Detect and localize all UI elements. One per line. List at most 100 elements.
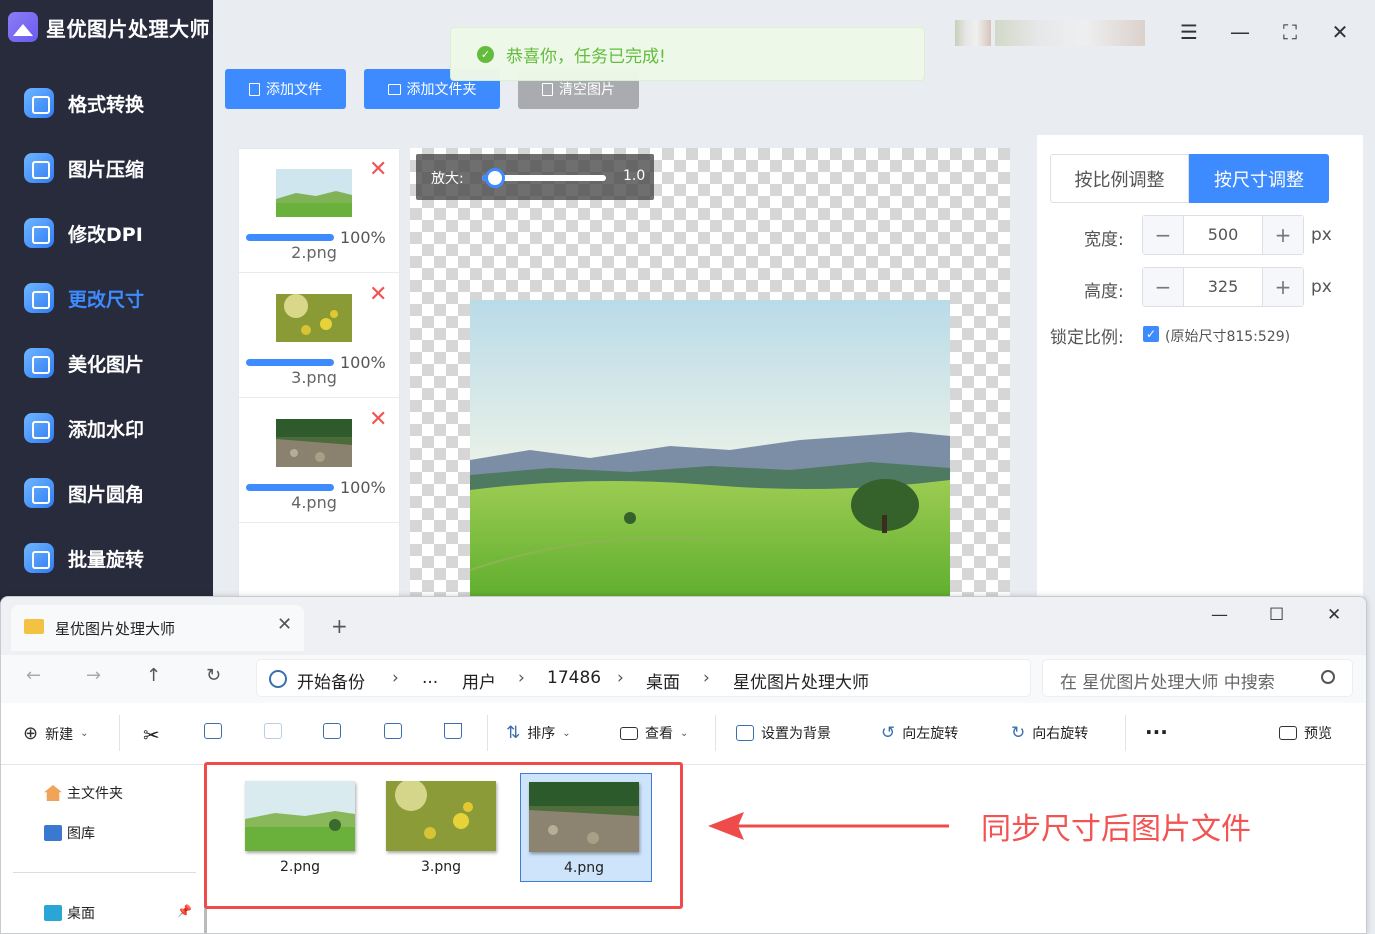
breadcrumb-overflow[interactable]: ... [422, 668, 438, 688]
remove-file-icon[interactable]: ✕ [369, 284, 387, 306]
copy-icon[interactable] [204, 723, 222, 739]
width-increment-button[interactable]: + [1263, 216, 1303, 254]
more-options-icon[interactable]: ... [1145, 715, 1168, 739]
sort-button[interactable]: ⇅ 排序 ⌄ [506, 723, 571, 743]
rotate-right-button[interactable]: ↻ 向右旋转 [1011, 723, 1088, 743]
divider [487, 715, 488, 751]
beautify-icon [24, 348, 54, 378]
rotate-left-button[interactable]: ↺ 向左旋转 [881, 723, 958, 743]
explorer-tab[interactable]: 星优图片处理大师 ✕ [11, 605, 304, 651]
divider [119, 715, 120, 751]
close-icon[interactable]: ✕ [1327, 605, 1341, 625]
app-window: 星优图片处理大师 格式转换 图片压缩 修改DPI 更改尺寸 美化图片 添加水印 … [0, 0, 1375, 934]
up-arrow-icon[interactable]: ↑ [146, 665, 161, 686]
app-title: 星优图片处理大师 [46, 16, 210, 41]
remove-file-icon[interactable]: ✕ [369, 159, 387, 181]
original-size-note: (原始尺寸815:529) [1165, 329, 1291, 345]
dpi-icon [24, 218, 54, 248]
nav-home[interactable]: 主文件夹 [44, 783, 123, 803]
share-icon[interactable] [384, 723, 402, 739]
list-item[interactable]: ✕ 100% 3.png [239, 274, 399, 398]
list-item[interactable]: ✕ 100% 2.png [239, 149, 399, 273]
preview-pane-button[interactable]: 预览 [1279, 723, 1332, 743]
width-decrement-button[interactable]: − [1143, 216, 1183, 254]
trash-icon [542, 82, 553, 96]
search-input[interactable]: 在 星优图片处理大师 中搜索 [1042, 659, 1353, 697]
sidebar-item-compress[interactable]: 图片压缩 [24, 148, 204, 188]
fullscreen-icon[interactable]: ⛶ [1277, 19, 1303, 45]
delete-icon[interactable] [444, 723, 462, 739]
address-bar[interactable]: 开始备份 › ... 用户 › 17486 › 桌面 › 星优图片处理大师 [256, 659, 1031, 697]
remove-file-icon[interactable]: ✕ [369, 409, 387, 431]
width-unit: px [1311, 225, 1332, 245]
width-stepper[interactable]: − 500 + [1142, 215, 1304, 255]
forward-arrow-icon[interactable]: → [86, 665, 101, 686]
nav-desktop[interactable]: 桌面 [44, 903, 95, 923]
refresh-icon[interactable]: ↻ [206, 665, 221, 686]
close-icon[interactable]: ✕ [1327, 19, 1353, 45]
zoom-slider-handle[interactable] [485, 168, 505, 188]
progress-bar [246, 359, 334, 366]
minimize-icon[interactable]: — [1211, 605, 1228, 625]
logo-icon [8, 12, 38, 42]
settings-sliders-icon[interactable]: ☰ [1176, 19, 1202, 45]
chevron-right-icon: › [518, 668, 525, 688]
plus-circle-icon: ⊕ [23, 723, 39, 744]
sidebar-item-label: 格式转换 [68, 93, 145, 116]
divider [715, 715, 716, 751]
close-tab-icon[interactable]: ✕ [277, 614, 292, 635]
sidebar-item-watermark[interactable]: 添加水印 [24, 408, 204, 448]
lock-ratio-checkbox[interactable]: ✓ [1143, 326, 1159, 342]
minimize-icon[interactable]: — [1227, 19, 1253, 45]
sidebar-item-label: 美化图片 [68, 353, 145, 376]
rename-glyph [323, 723, 341, 739]
navigation-pane: 主文件夹 图库 桌面 📌 [1, 765, 201, 933]
cut-icon[interactable]: ✂ [143, 723, 160, 747]
maximize-icon[interactable]: ☐ [1269, 605, 1284, 625]
nav-gallery[interactable]: 图库 [44, 823, 95, 843]
height-decrement-button[interactable]: − [1143, 268, 1183, 306]
height-increment-button[interactable]: + [1263, 268, 1303, 306]
width-input[interactable]: 500 [1183, 216, 1263, 254]
sidebar-item-resize[interactable]: 更改尺寸 [24, 278, 204, 318]
avatar[interactable] [955, 20, 991, 46]
set-background-button[interactable]: 设置为背景 [736, 723, 831, 743]
rotate-right-label: 向右旋转 [1032, 726, 1089, 742]
view-button[interactable]: 查看 ⌄ [620, 723, 688, 743]
sidebar-item-label: 图片圆角 [68, 483, 145, 506]
share-glyph [384, 723, 402, 739]
user-name [995, 20, 1145, 46]
add-file-button[interactable]: 添加文件 [225, 69, 346, 109]
breadcrumb-item[interactable]: 桌面 [646, 668, 680, 693]
sidebar-item-rotate[interactable]: 批量旋转 [24, 538, 204, 578]
list-item[interactable]: ✕ 100% 4.png [239, 399, 399, 523]
thumbnail-2 [276, 169, 352, 217]
chevron-down-icon: ⌄ [562, 727, 571, 739]
paste-icon[interactable] [264, 723, 282, 739]
breadcrumb-item[interactable]: 开始备份 [297, 668, 365, 693]
rotate-left-icon: ↺ [881, 723, 896, 743]
tab-size-adjust[interactable]: 按尺寸调整 [1189, 154, 1329, 203]
watermark-icon [24, 413, 54, 443]
highlight-box [204, 762, 683, 909]
new-tab-icon[interactable]: + [331, 614, 348, 638]
sidebar-item-format[interactable]: 格式转换 [24, 83, 204, 123]
sidebar-item-round-corner[interactable]: 图片圆角 [24, 473, 204, 513]
nav-gallery-label: 图库 [67, 826, 95, 842]
round-corner-icon [24, 478, 54, 508]
breadcrumb-item[interactable]: 用户 [462, 668, 496, 693]
back-arrow-icon[interactable]: ← [26, 665, 41, 686]
new-button[interactable]: ⊕ 新建 ⌄ [23, 723, 88, 744]
breadcrumb-item[interactable]: 17486 [547, 668, 601, 688]
height-stepper[interactable]: − 325 + [1142, 267, 1304, 307]
height-input[interactable]: 325 [1183, 268, 1263, 306]
sidebar-item-dpi[interactable]: 修改DPI [24, 213, 204, 253]
tab-ratio-adjust[interactable]: 按比例调整 [1050, 154, 1189, 203]
rotate-icon [24, 543, 54, 573]
breadcrumb-item[interactable]: 星优图片处理大师 [733, 668, 869, 693]
sidebar-item-beautify[interactable]: 美化图片 [24, 343, 204, 383]
pin-icon[interactable]: 📌 [177, 904, 192, 918]
rename-icon[interactable] [323, 723, 341, 739]
view-label: 查看 [645, 726, 673, 742]
sidebar-item-label: 修改DPI [68, 223, 143, 246]
